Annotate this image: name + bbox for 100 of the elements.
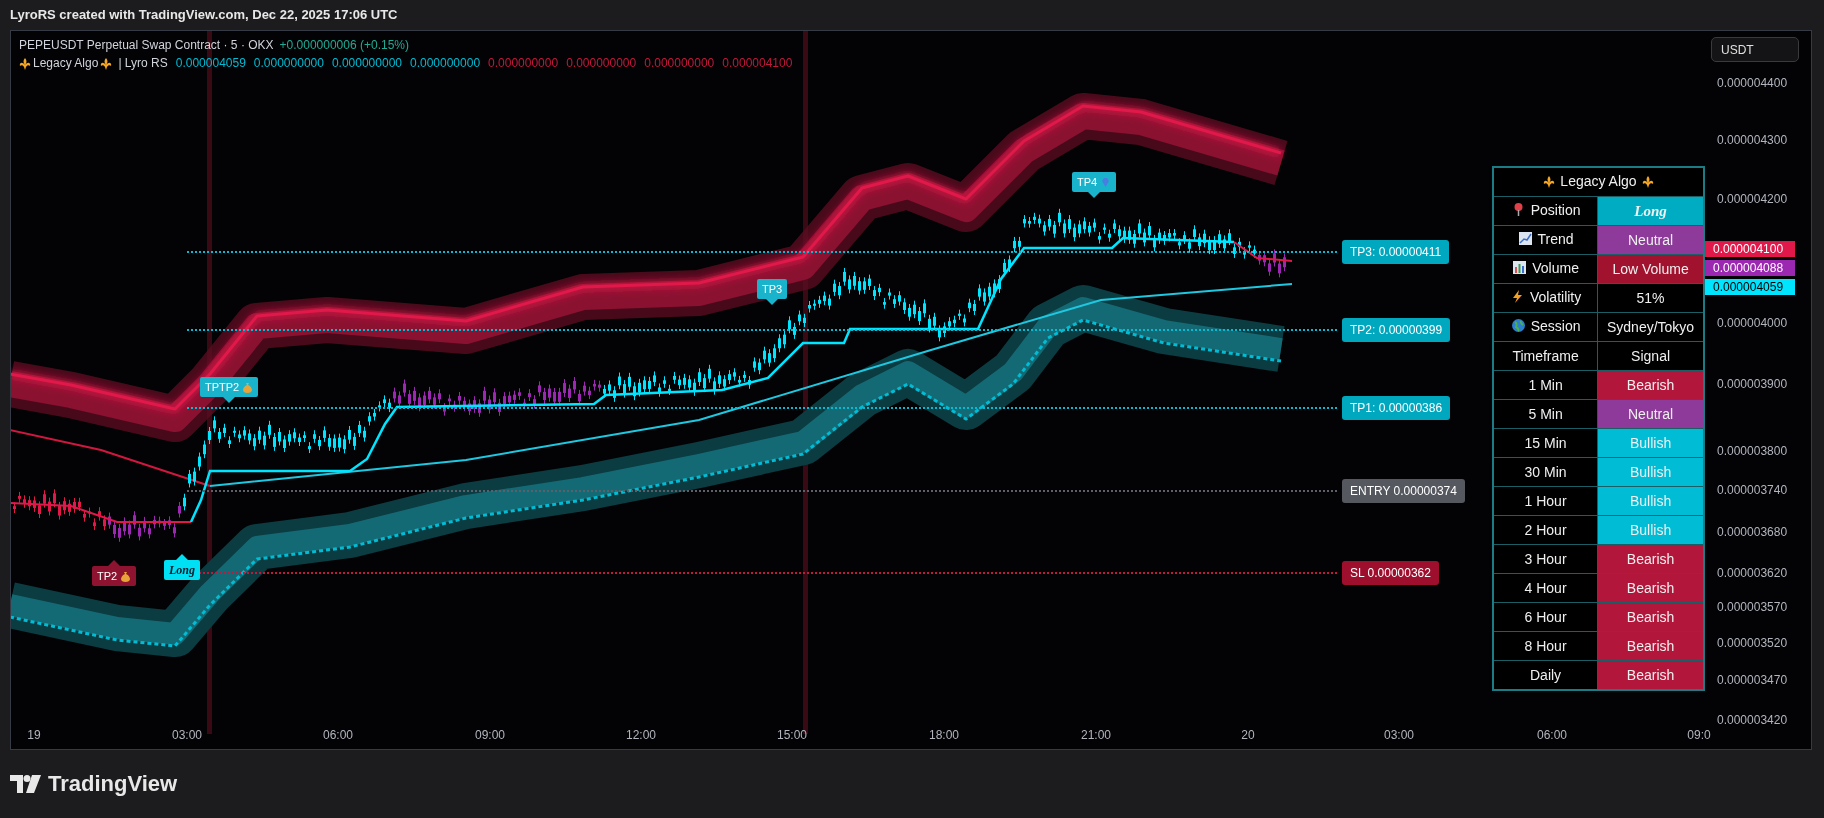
price-label: 0.000004000 xyxy=(1717,316,1788,330)
time-label: 15:00 xyxy=(777,728,807,742)
signal-label: Long xyxy=(164,560,200,580)
signal-cell: Bearish xyxy=(1597,370,1704,400)
level-label: ENTRY 0.00000374 xyxy=(1342,479,1465,503)
table-cell: Trend xyxy=(1537,230,1574,247)
signal-cell: Low Volume xyxy=(1597,254,1704,284)
table-cell: 6 Hour xyxy=(1493,602,1598,632)
price-label: 0.000003570 xyxy=(1717,600,1788,614)
table-cell: Volume xyxy=(1532,259,1579,276)
indicator-value: 0.000000000 xyxy=(331,55,402,72)
table-cell: 4 Hour xyxy=(1493,573,1598,603)
price-label: 0.000003620 xyxy=(1717,566,1788,580)
table-cell: Session xyxy=(1530,317,1581,334)
price-label: 0.000003800 xyxy=(1717,444,1788,458)
indicator-value: 0.000004100 xyxy=(722,55,793,72)
price-tag: 0.000004059 xyxy=(1705,279,1795,295)
time-label: 03:00 xyxy=(1384,728,1414,742)
time-label: 18:00 xyxy=(929,728,959,742)
signal-cell: Long xyxy=(1597,196,1704,226)
level-label: TP1: 0.00000386 xyxy=(1342,396,1451,420)
time-label: 09:00 xyxy=(475,728,505,742)
price-label: 0.000003470 xyxy=(1717,673,1788,687)
indicator-value: 0.000000000 xyxy=(410,55,481,72)
indicator-value: 0.000004059 xyxy=(175,55,246,72)
signal-cell: Bearish xyxy=(1597,573,1704,603)
price-label: 0.000004400 xyxy=(1717,76,1788,90)
take-profit-label: TPTP2 xyxy=(200,377,259,397)
time-label: 21:00 xyxy=(1081,728,1111,742)
caption-text: LyroRS created with TradingView.com, Dec 22, 2025 17:06 UTC xyxy=(10,7,398,23)
table-cell: 3 Hour xyxy=(1493,544,1598,574)
price-tag: 0.000004100 xyxy=(1705,241,1795,257)
indicator-value: 0.000000000 xyxy=(566,55,637,72)
logo-text: TradingView xyxy=(48,771,178,797)
signal-cell: Bearish xyxy=(1597,544,1704,574)
table-cell: Position xyxy=(1530,201,1581,218)
signal-cell: Bullish xyxy=(1597,515,1704,545)
indicator-value: 0.000000000 xyxy=(644,55,715,72)
currency-button[interactable]: USDT xyxy=(1711,37,1799,62)
signal-cell: Neutral xyxy=(1597,225,1704,255)
time-label: 19 xyxy=(27,728,41,742)
diamond-icon xyxy=(1100,176,1112,188)
pointer-icon xyxy=(223,397,236,403)
table-cell: Volatility xyxy=(1529,288,1582,305)
level-label: SL 0.00000362 xyxy=(1342,561,1439,585)
column-header: Signal xyxy=(1597,341,1704,371)
logo-icon xyxy=(10,775,42,793)
time-label: 06:00 xyxy=(1537,728,1567,742)
time-label: 03:00 xyxy=(172,728,202,742)
fleur-de-lis-icon xyxy=(1543,174,1556,188)
fleur-de-lis-icon xyxy=(100,56,113,70)
signal-cell: Bullish xyxy=(1597,457,1704,487)
signal-cell: 51% xyxy=(1597,283,1704,313)
signal-cell: Bearish xyxy=(1597,631,1704,661)
table-cell: 15 Min xyxy=(1493,428,1598,458)
table-cell: 2 Hour xyxy=(1493,515,1598,545)
time-label: 09:0 xyxy=(1687,728,1711,742)
table-cell: 30 Min xyxy=(1493,457,1598,487)
indicator-source: | Lyro RS xyxy=(118,55,168,72)
fleur-de-lis-icon xyxy=(19,56,31,70)
price-label: 0.000003420 xyxy=(1717,713,1788,727)
time-label: 20 xyxy=(1241,728,1255,742)
price-label: 0.000003740 xyxy=(1717,483,1788,497)
take-profit-label: TP3 xyxy=(757,279,788,299)
take-profit-label: TP4 xyxy=(1072,172,1117,192)
table-cell: 1 Min xyxy=(1493,370,1598,400)
price-label: 0.000003900 xyxy=(1717,377,1788,391)
signal-cell: Sydney/Tokyo xyxy=(1597,312,1704,342)
price-tag: 0.000004088 xyxy=(1705,260,1795,276)
table-cell: 5 Min xyxy=(1493,399,1598,429)
bar-chart-icon xyxy=(1512,260,1528,276)
symbol-title: PEPEUSDT Perpetual Swap Contract · 5 · OKX xyxy=(19,37,274,54)
price-label: 0.000003680 xyxy=(1717,525,1788,539)
indicator-name: Legacy Algo xyxy=(33,55,99,72)
indicator-value: 0.000000000 xyxy=(488,55,559,72)
fleur-de-lis-icon xyxy=(1641,174,1654,188)
price-label: 0.000003520 xyxy=(1717,636,1788,650)
price-change: +0.000000006 (+0.15%) xyxy=(279,37,409,54)
signal-cell: Bullish xyxy=(1597,428,1704,458)
money-bag-icon xyxy=(120,570,132,582)
price-label: 0.000004200 xyxy=(1717,192,1788,206)
level-label: TP2: 0.00000399 xyxy=(1342,318,1451,342)
time-label: 12:00 xyxy=(626,728,656,742)
line-chart-icon xyxy=(1517,231,1533,247)
table-cell: 1 Hour xyxy=(1493,486,1598,516)
column-header: Timeframe xyxy=(1493,341,1598,371)
take-profit-label: TP2 xyxy=(92,566,137,586)
table-cell: 8 Hour xyxy=(1493,631,1598,661)
signal-cell: Bearish xyxy=(1597,660,1704,690)
table-title: Legacy Algo xyxy=(1560,173,1637,190)
globe-icon xyxy=(1510,318,1526,334)
indicator-value: 0.000000000 xyxy=(253,55,324,72)
pointer-icon xyxy=(766,299,779,305)
signal-cell: Bearish xyxy=(1597,602,1704,632)
signal-cell: Neutral xyxy=(1597,399,1704,429)
price-label: 0.000004300 xyxy=(1717,133,1788,147)
pointer-icon xyxy=(1088,192,1101,198)
money-bag-icon xyxy=(242,381,254,393)
level-label: TP3: 0.00000411 xyxy=(1342,240,1450,264)
time-label: 06:00 xyxy=(323,728,353,742)
